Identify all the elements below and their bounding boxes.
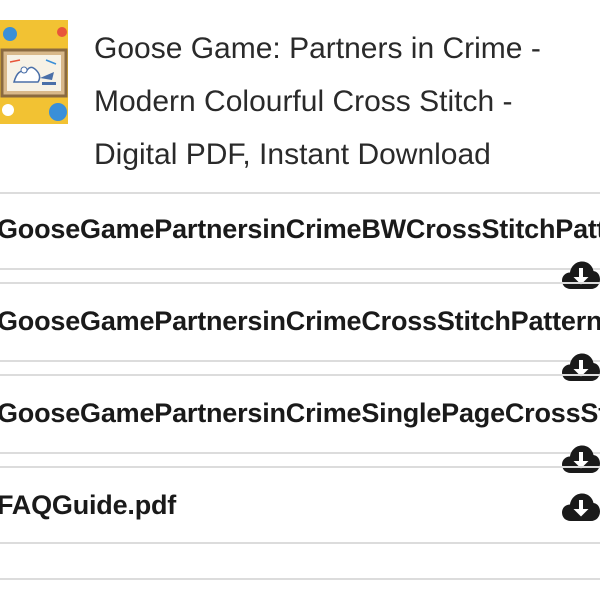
file-row: FAQGuide.pdf	[0, 470, 600, 562]
file-name-link[interactable]: GooseGamePartnersinCrimeSinglePageCrossS…	[0, 398, 600, 429]
file-row-divider	[0, 452, 600, 454]
downloads-page: Goose Game: Partners in Crime - Modern C…	[0, 0, 600, 600]
download-button[interactable]	[562, 492, 600, 522]
file-name-link[interactable]: GooseGamePartnersinCrimeBWCrossStitchPat…	[0, 214, 600, 245]
cloud-download-icon	[562, 493, 600, 521]
file-row: GooseGamePartnersinCrimeBWCrossStitchPat…	[0, 194, 600, 289]
file-row-divider	[0, 542, 600, 544]
product-header: Goose Game: Partners in Crime - Modern C…	[0, 0, 600, 194]
product-title-line-3: Digital PDF, Instant Download	[94, 138, 491, 171]
section-divider	[0, 282, 600, 284]
product-title-line-2: Modern Colourful Cross Stitch -	[94, 85, 513, 118]
product-title: Goose Game: Partners in Crime - Modern C…	[94, 22, 594, 181]
file-row: GooseGamePartnersinCrimeCrossStitchPatte…	[0, 286, 600, 381]
file-row-divider	[0, 360, 600, 362]
file-row-divider	[0, 268, 600, 270]
product-thumbnail[interactable]	[0, 20, 68, 124]
product-title-line-1: Goose Game: Partners in Crime -	[94, 32, 541, 65]
section-divider	[0, 374, 600, 376]
file-name-link[interactable]: FAQGuide.pdf	[0, 490, 176, 521]
file-row: GooseGamePartnersinCrimeSinglePageCrossS…	[0, 378, 600, 473]
file-name-link[interactable]: GooseGamePartnersinCrimeCrossStitchPatte…	[0, 306, 600, 337]
footer-divider	[0, 578, 600, 580]
section-divider	[0, 466, 600, 468]
